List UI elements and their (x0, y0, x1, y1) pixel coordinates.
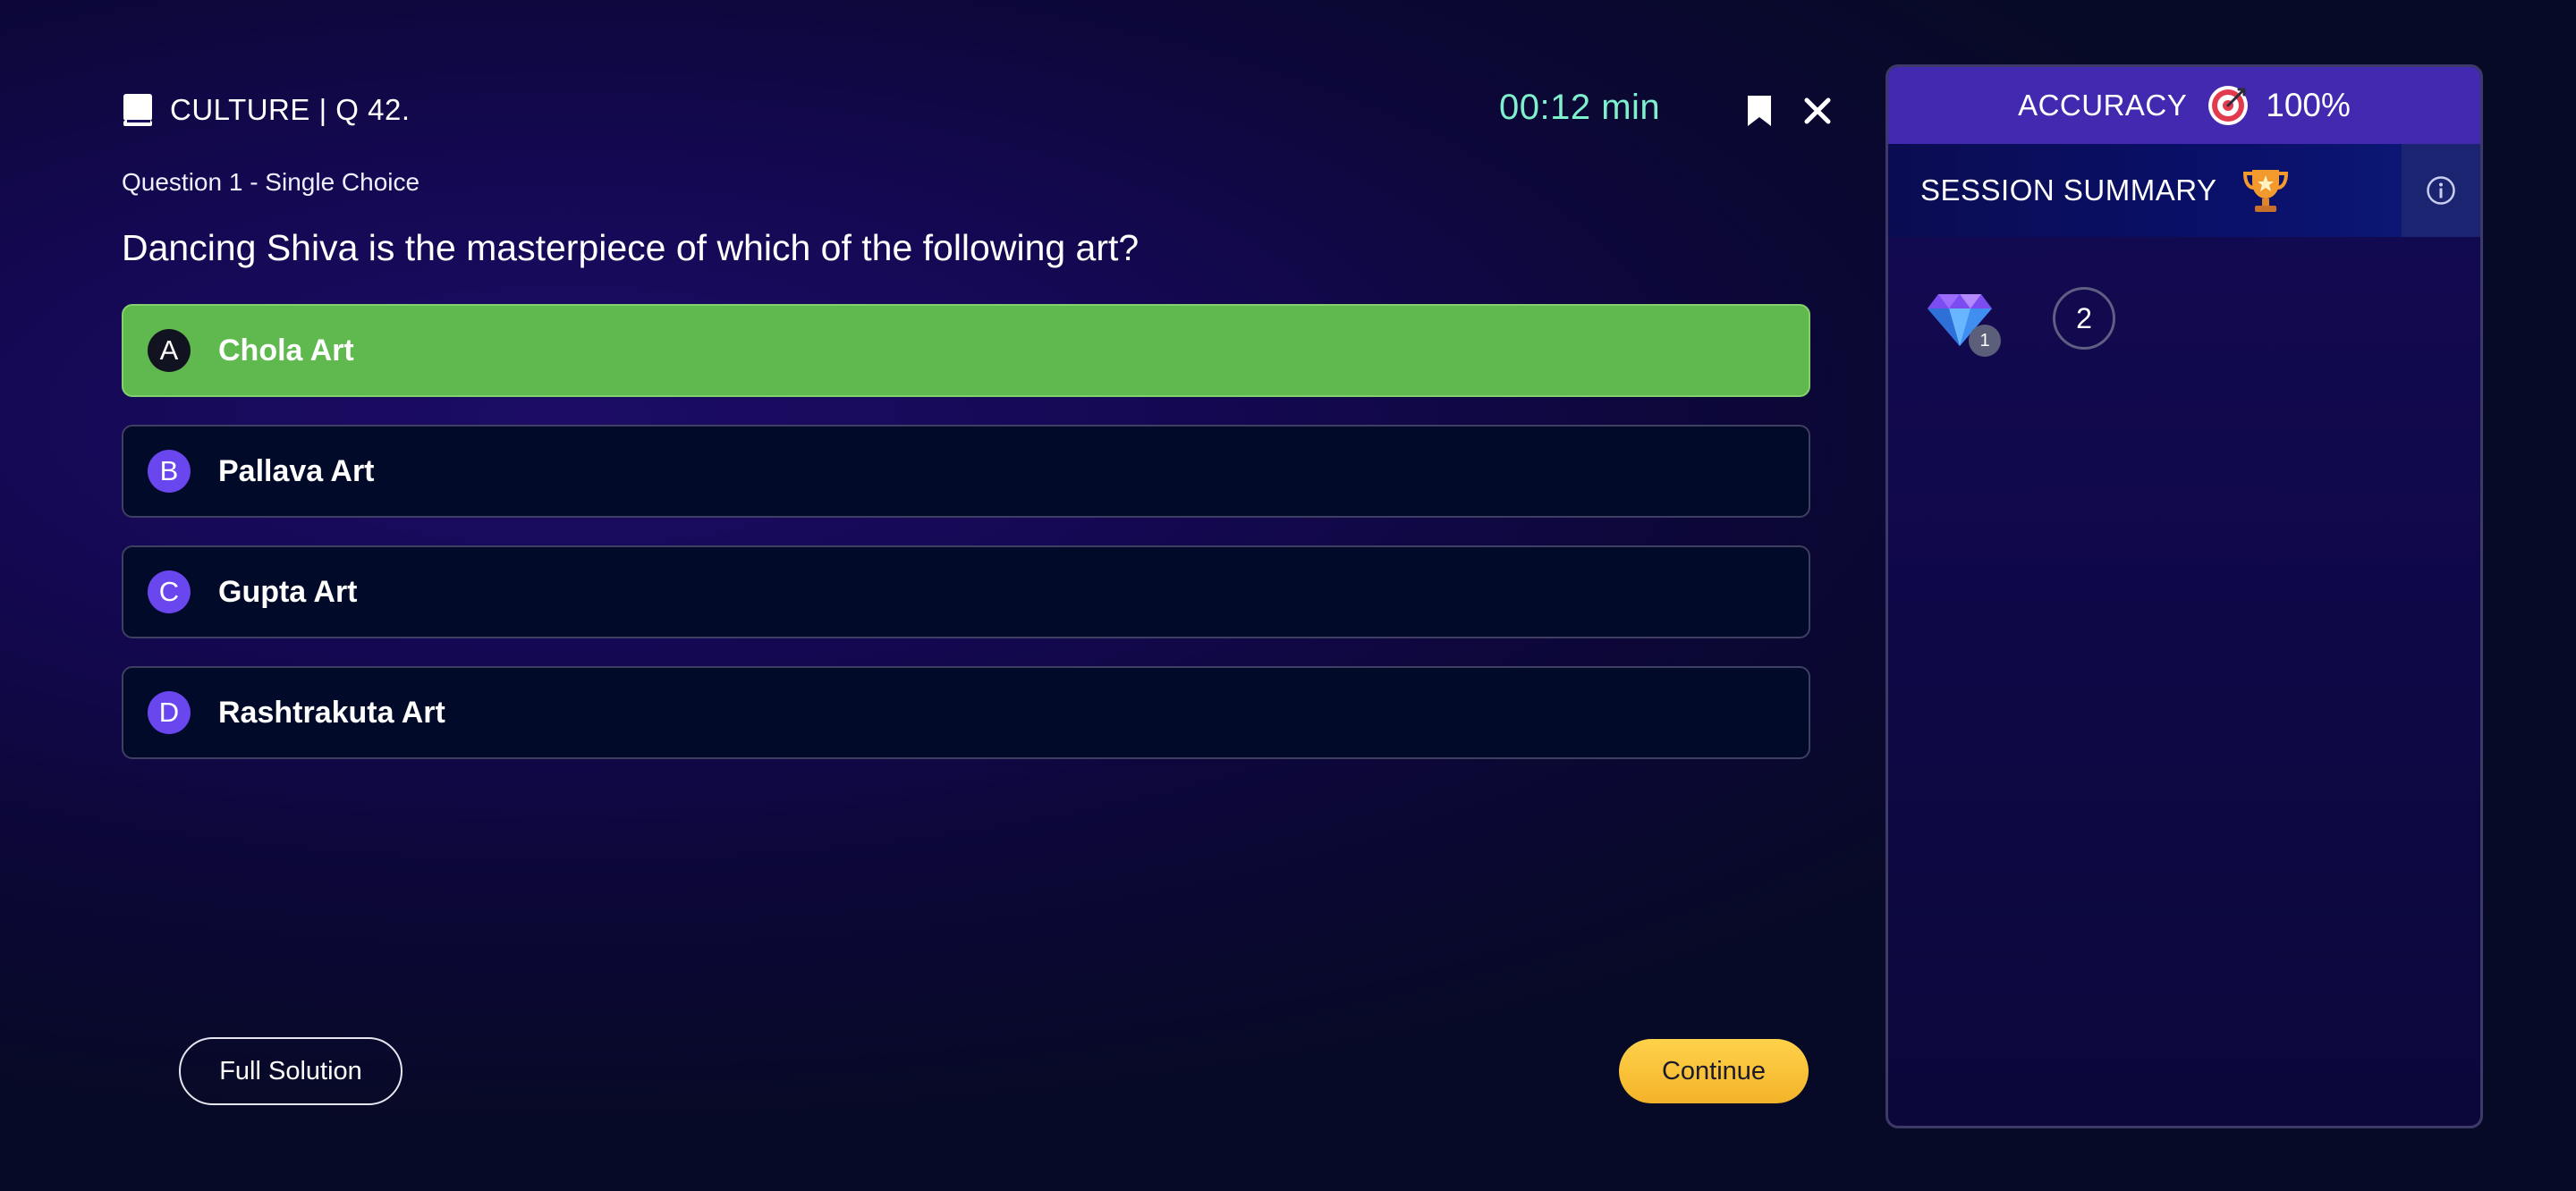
accuracy-label: ACCURACY (2018, 89, 2188, 122)
close-button[interactable] (1798, 91, 1837, 131)
option-a[interactable]: A Chola Art (122, 304, 1810, 397)
session-summary-bar: SESSION SUMMARY (1888, 144, 2480, 237)
book-icon (123, 94, 152, 126)
option-letter: D (148, 691, 191, 734)
continue-button[interactable]: Continue (1619, 1039, 1809, 1103)
question-text: Dancing Shiva is the masterpiece of whic… (122, 227, 1140, 268)
option-label: Pallava Art (218, 453, 375, 488)
info-icon (2427, 176, 2455, 205)
gem-count-badge: 1 (1969, 325, 2001, 357)
question-meta: Question 1 - Single Choice (122, 168, 420, 196)
trophy-icon (2243, 170, 2289, 212)
bookmark-button[interactable] (1741, 91, 1778, 131)
option-label: Gupta Art (218, 574, 358, 609)
bookmark-icon (1748, 96, 1771, 126)
option-letter: A (148, 329, 191, 372)
option-d[interactable]: D Rashtrakuta Art (122, 666, 1810, 759)
option-b[interactable]: B Pallava Art (122, 425, 1810, 518)
question-number-button[interactable]: 2 (2053, 287, 2115, 350)
option-label: Chola Art (218, 333, 354, 367)
question-header: CULTURE | Q 42. 00:12 min (122, 86, 1831, 139)
option-c[interactable]: C Gupta Art (122, 545, 1810, 638)
session-summary-body: 1 2 (1888, 237, 2480, 1042)
timer: 00:12 min (1499, 88, 1661, 127)
option-letter: B (148, 450, 191, 493)
full-solution-button[interactable]: Full Solution (179, 1037, 402, 1105)
subject-heading: CULTURE | Q 42. (122, 93, 411, 127)
close-icon (1804, 97, 1831, 124)
subject-title: CULTURE | Q 42. (170, 93, 411, 126)
session-panel: ACCURACY 100% SESSION SUMMARY 1 2 (1885, 64, 2483, 1128)
session-summary-label: SESSION SUMMARY (1920, 173, 2217, 207)
target-icon (2208, 86, 2249, 125)
accuracy-bar: ACCURACY 100% (1888, 67, 2480, 144)
option-letter: C (148, 570, 191, 613)
accuracy-value: 100% (2266, 87, 2351, 123)
options-list: A Chola Art B Pallava Art C Gupta Art D … (122, 304, 1810, 787)
info-button[interactable] (2402, 144, 2480, 237)
option-label: Rashtrakuta Art (218, 695, 445, 730)
